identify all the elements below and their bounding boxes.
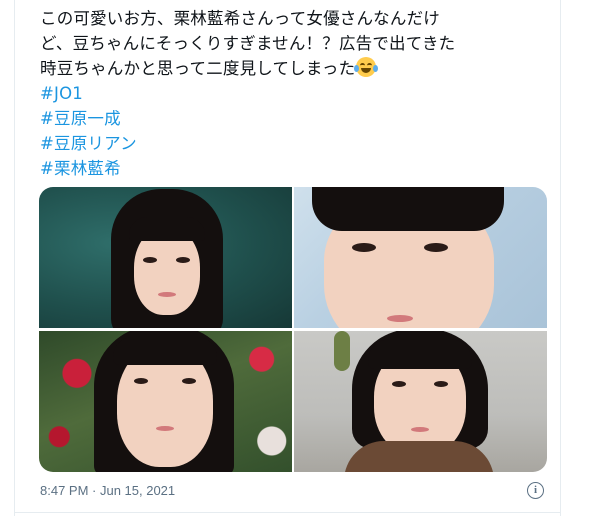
face-with-tears-of-joy-icon xyxy=(354,57,379,77)
lips xyxy=(387,315,413,322)
hashtag-mamehara-issei[interactable]: #豆原一成 xyxy=(40,106,555,131)
info-icon[interactable]: i xyxy=(527,482,544,499)
media-grid xyxy=(39,187,547,472)
tweet-divider xyxy=(14,512,561,513)
lips xyxy=(411,427,429,432)
bangs-shape xyxy=(113,337,217,365)
tweet-body: この可愛いお方、栗林藍希さんって女優さんなんだけ ど、豆ちゃんにそっくりすぎませ… xyxy=(40,6,555,181)
photo-4[interactable] xyxy=(294,331,547,472)
eye-left xyxy=(392,381,406,387)
eye-right xyxy=(424,243,448,252)
eye-left xyxy=(143,257,157,263)
flower-accent xyxy=(334,331,350,371)
tweet-timestamp[interactable]: 8:47 PM · Jun 15, 2021 xyxy=(40,483,175,498)
eye-right xyxy=(434,381,448,387)
bangs-shape xyxy=(129,217,205,241)
photo-2[interactable] xyxy=(294,187,547,328)
tweet-text-line-3: 時豆ちゃんかと思って二度見してしまった xyxy=(40,56,555,81)
hashtag-mamehara-rian[interactable]: #豆原リアン xyxy=(40,131,555,156)
tweet-text-line-1: この可愛いお方、栗林藍希さんって女優さんなんだけ xyxy=(40,9,440,28)
hashtag-jo1[interactable]: #JO1 xyxy=(40,81,555,106)
photo-1[interactable] xyxy=(39,187,292,328)
eye-right xyxy=(182,378,196,384)
timeline-border-left xyxy=(14,0,15,516)
lips xyxy=(158,292,176,297)
lips xyxy=(156,426,174,431)
tweet-text-line-2: ど、豆ちゃんにそっくりすぎません！？広告で出てきた xyxy=(40,34,456,53)
eye-left xyxy=(134,378,148,384)
hashtag-kuribayashi-aiki[interactable]: #栗林藍希 xyxy=(40,156,555,181)
eye-right xyxy=(176,257,190,263)
bangs-shape xyxy=(312,187,504,231)
photo-3[interactable] xyxy=(39,331,292,472)
timeline-border-right xyxy=(560,0,561,516)
sweater-shape xyxy=(344,441,494,472)
eye-left xyxy=(352,243,376,252)
bangs-shape xyxy=(368,339,472,369)
